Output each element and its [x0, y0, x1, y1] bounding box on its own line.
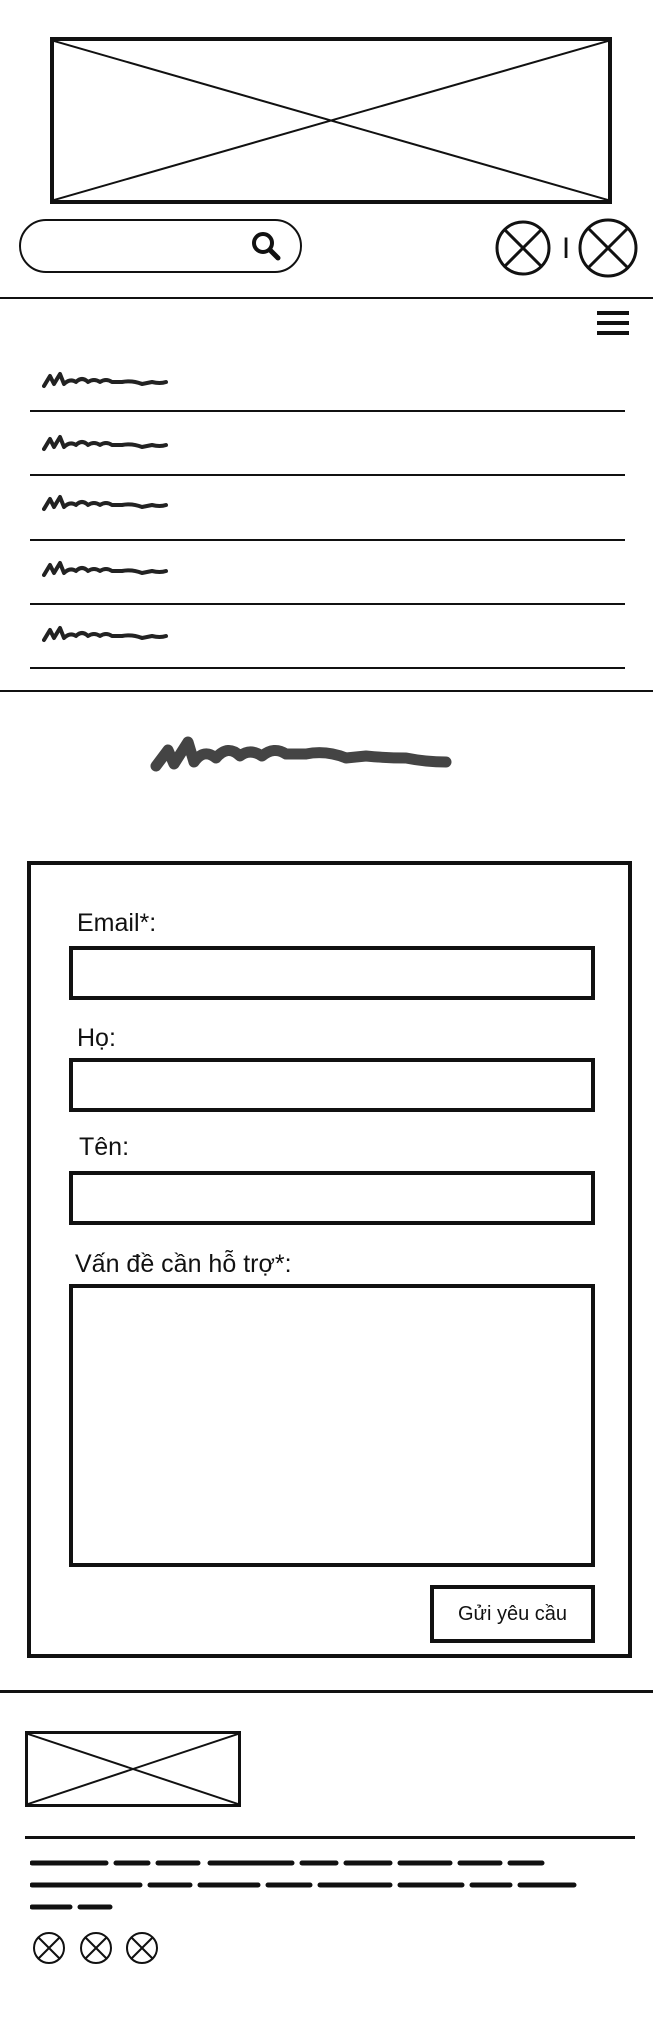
issue-label: Vấn đề cần hỗ trợ*: [75, 1250, 292, 1278]
nav-item[interactable] [30, 413, 625, 473]
social-icon[interactable] [32, 1931, 66, 1965]
submit-button[interactable]: Gửi yêu cầu [430, 1585, 595, 1643]
issue-textarea[interactable] [69, 1284, 595, 1567]
first-name-label: Tên: [79, 1133, 130, 1161]
email-label: Email*: [77, 909, 157, 937]
email-field[interactable] [69, 946, 595, 1000]
hamburger-menu-icon[interactable] [597, 309, 629, 337]
nav-divider [30, 667, 625, 669]
nav-divider [30, 539, 625, 541]
last-name-field[interactable] [69, 1058, 595, 1112]
nav-section-divider [0, 690, 653, 692]
nav-item[interactable] [30, 477, 625, 537]
nav-divider [30, 603, 625, 605]
last-name-label: Họ: [77, 1024, 116, 1052]
first-name-field[interactable] [69, 1171, 595, 1225]
footer-text-placeholder [30, 1855, 590, 1925]
footer-logo-placeholder [25, 1731, 241, 1807]
social-icon[interactable] [79, 1931, 113, 1965]
icon-separator: I [561, 232, 571, 265]
page-title-scribble [150, 728, 460, 778]
nav-item[interactable] [30, 606, 625, 666]
nav-divider [30, 410, 625, 412]
nav-item[interactable] [30, 542, 625, 602]
nav-divider [30, 474, 625, 476]
nav-item[interactable] [30, 350, 625, 410]
footer-divider [0, 1690, 653, 1693]
footer-inner-divider [25, 1836, 635, 1839]
header-divider [0, 297, 653, 299]
banner-image-placeholder [50, 37, 612, 204]
placeholder-icon[interactable] [494, 219, 552, 277]
placeholder-icon[interactable] [577, 217, 639, 279]
social-icon[interactable] [125, 1931, 159, 1965]
search-icon[interactable] [249, 229, 283, 263]
